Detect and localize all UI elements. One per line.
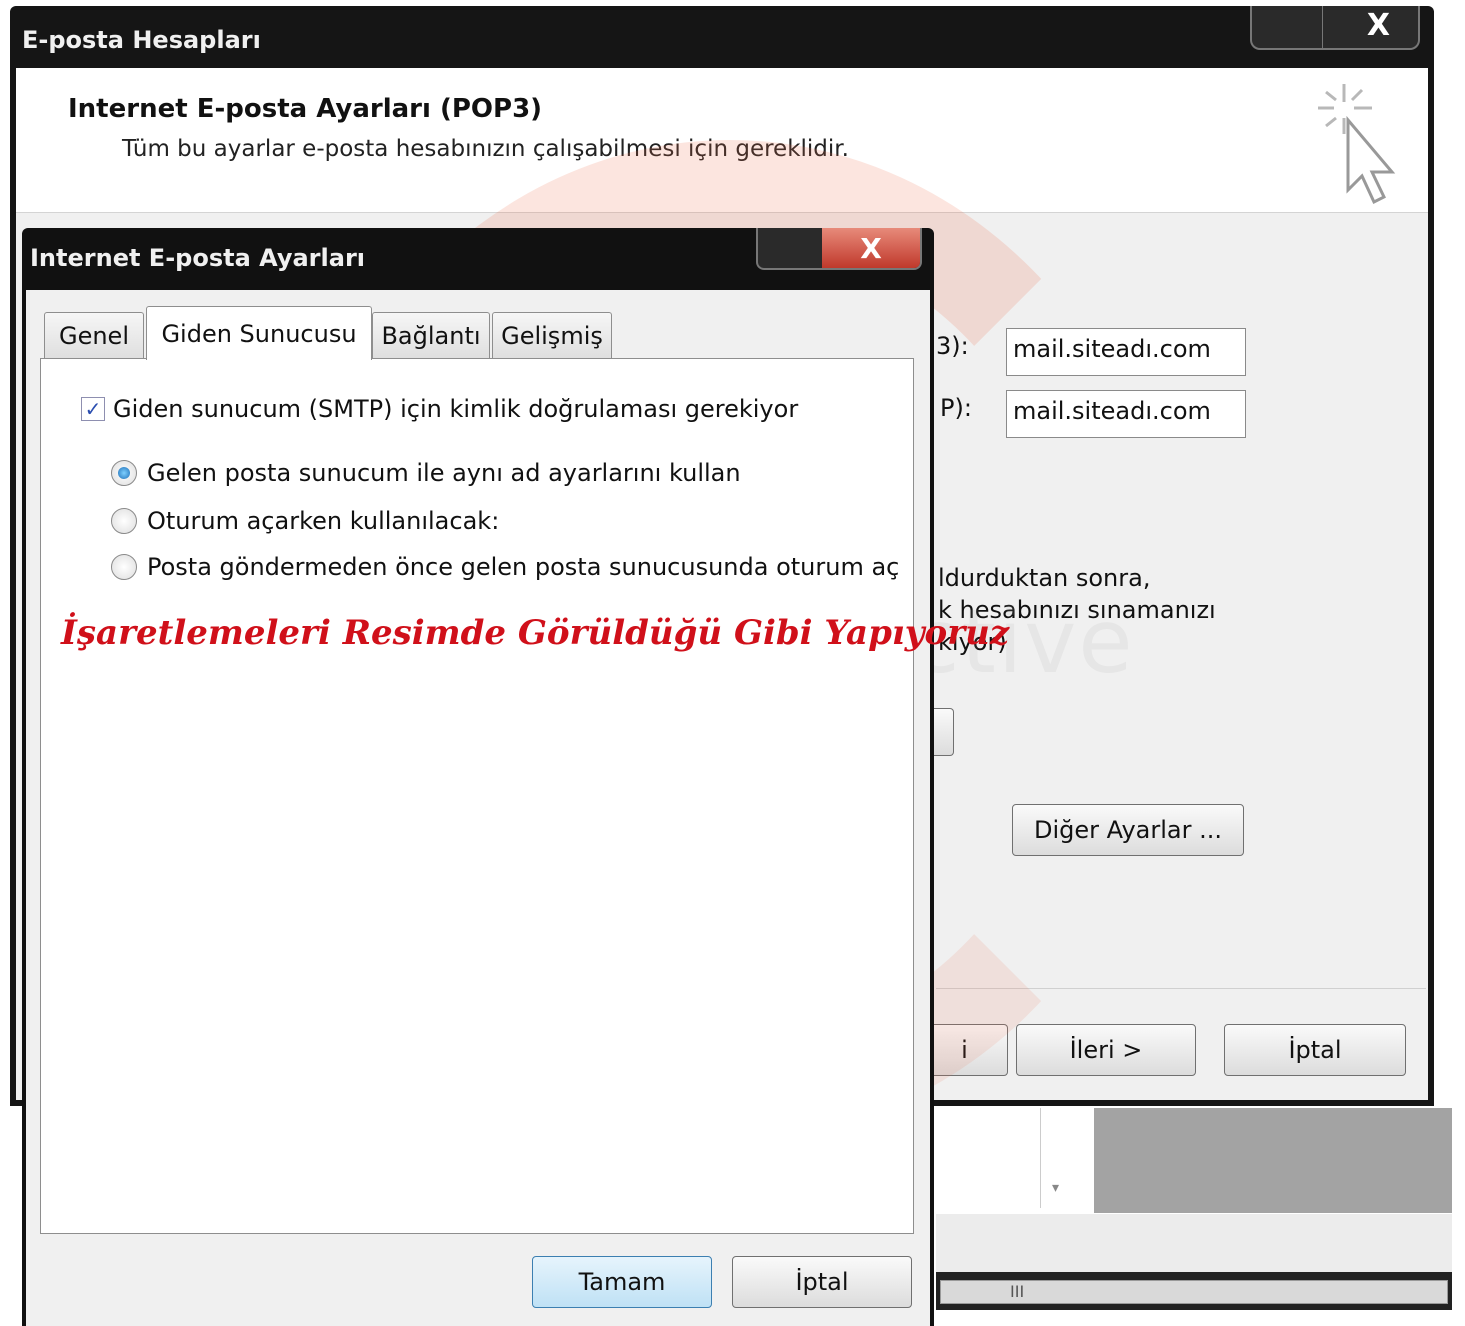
chevron-down-icon[interactable]: ▾ [1052,1180,1059,1196]
dialog-client-area: Genel Giden Sunucusu Bağlantı Gelişmiş ✓… [26,290,1009,1326]
ok-button[interactable]: Tamam [532,1256,712,1308]
minimize-button[interactable] [1252,6,1323,48]
radio-same-settings-label: Gelen posta sunucum ile aynı ad ayarları… [147,459,741,487]
wizard-header-subtitle: Tüm bu ayarlar e-posta hesabınızın çalış… [122,136,849,162]
close-button[interactable]: X [1367,8,1390,43]
radio-log-on-before-sending[interactable] [111,554,137,580]
wizard-header-title: Internet E-posta Ayarları (POP3) [68,94,543,124]
outgoing-server-tab-panel: ✓ Giden sunucum (SMTP) için kimlik doğru… [40,358,1009,1234]
scrollbar-grip[interactable]: III [1010,1282,1024,1301]
dialog-title: Internet E-posta Ayarları [30,244,366,272]
next-button[interactable]: İleri > [1016,1024,1196,1076]
window-controls: X [1250,6,1420,50]
outgoing-server-label: P): [940,394,972,422]
radio-log-on-using[interactable] [111,508,137,534]
radio-log-on-before-sending-row[interactable]: Posta göndermeden önce gelen posta sunuc… [111,553,899,581]
test-info-line-1: ldurduktan sonra, [938,564,1151,592]
tab-advanced[interactable]: Gelişmiş [492,312,612,358]
tab-connection[interactable]: Bağlantı [372,312,490,358]
smtp-auth-checkbox[interactable]: ✓ [81,397,105,421]
background-toolbar [936,1214,1452,1272]
dialog-window-controls: X [756,228,922,270]
smtp-auth-label: Giden sunucum (SMTP) için kimlik doğrula… [113,395,799,423]
radio-same-settings-row[interactable]: Gelen posta sunucum ile aynı ad ayarları… [111,459,741,487]
radio-log-on-using-row[interactable]: Oturum açarken kullanılacak: [111,507,499,535]
dialog-close-button[interactable]: X [822,228,920,268]
radio-log-on-using-label: Oturum açarken kullanılacak: [147,507,500,535]
cursor-sparkle-icon [1318,84,1396,205]
radio-log-on-before-sending-label: Posta göndermeden önce gelen posta sunuc… [147,553,900,581]
wizard-header: Internet E-posta Ayarları (POP3) Tüm bu … [16,68,1428,213]
incoming-server-label: 3): [936,332,969,360]
instruction-annotation: İşaretlemeleri Resimde Görüldüğü Gibi Ya… [61,613,1010,653]
background-gray-panel [1094,1108,1452,1213]
more-settings-button[interactable]: Diğer Ayarlar ... [1012,804,1244,856]
internet-email-settings-dialog: Internet E-posta Ayarları X Genel Giden … [22,228,1009,1326]
smtp-auth-row[interactable]: ✓ Giden sunucum (SMTP) için kimlik doğru… [81,395,798,423]
back-button[interactable]: i [922,1024,1008,1076]
cancel-button[interactable]: İptal [1224,1024,1406,1076]
dialog-cancel-button[interactable]: İptal [732,1256,912,1308]
wizard-footer-divider [936,988,1426,989]
incoming-server-field[interactable]: mail.siteadı.com [1006,328,1246,376]
radio-same-settings[interactable] [111,460,137,486]
outgoing-server-field[interactable]: mail.siteadı.com [1006,390,1246,438]
tab-outgoing-server[interactable]: Giden Sunucusu [146,306,372,360]
tab-general[interactable]: Genel [44,312,144,358]
background-list [1040,1108,1081,1208]
window-title: E-posta Hesapları [22,26,261,54]
dialog-minimize-button[interactable] [758,228,823,268]
